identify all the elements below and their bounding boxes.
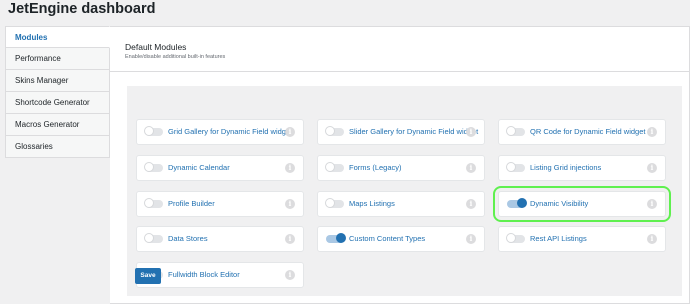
module-label: Maps Listings xyxy=(349,199,395,208)
info-icon[interactable]: i xyxy=(466,234,476,244)
toggle-knob xyxy=(325,126,335,136)
save-button[interactable]: Save xyxy=(135,268,161,284)
module-label: Fullwidth Block Editor xyxy=(168,270,240,279)
sidebar-item-shortcode-generator[interactable]: Shortcode Generator xyxy=(5,92,110,114)
module-card-rest-api-listings: Rest API Listings i xyxy=(498,226,666,252)
module-toggle[interactable] xyxy=(506,233,525,243)
sidebar-item-macros-generator[interactable]: Macros Generator xyxy=(5,114,110,136)
sidebar-item-glossaries[interactable]: Glossaries xyxy=(5,136,110,158)
module-label: Listing Grid injections xyxy=(530,163,602,172)
module-card-slider-gallery: Slider Gallery for Dynamic Field widget … xyxy=(317,119,485,145)
module-label: Forms (Legacy) xyxy=(349,163,402,172)
info-icon[interactable]: i xyxy=(466,163,476,173)
module-card-data-stores: Data Stores i xyxy=(136,226,304,252)
info-icon[interactable]: i xyxy=(285,199,295,209)
module-card-listing-grid-injections: Listing Grid injections i xyxy=(498,155,666,181)
info-icon[interactable]: i xyxy=(647,234,657,244)
info-icon[interactable]: i xyxy=(647,199,657,209)
info-icon[interactable]: i xyxy=(285,234,295,244)
sidebar-item-skins-manager[interactable]: Skins Manager xyxy=(5,70,110,92)
module-toggle[interactable] xyxy=(325,198,344,208)
section-title: Default Modules xyxy=(125,42,187,52)
module-label: QR Code for Dynamic Field widget xyxy=(530,127,646,136)
module-label: Profile Builder xyxy=(168,199,215,208)
divider xyxy=(110,71,689,72)
info-icon[interactable]: i xyxy=(647,127,657,137)
module-toggle[interactable] xyxy=(325,126,344,136)
info-icon[interactable]: i xyxy=(466,127,476,137)
info-icon[interactable]: i xyxy=(466,199,476,209)
module-toggle[interactable] xyxy=(144,233,163,243)
toggle-knob xyxy=(506,233,516,243)
module-card-dynamic-visibility: Dynamic Visibility i xyxy=(493,186,671,222)
module-label: Data Stores xyxy=(168,234,208,243)
toggle-knob xyxy=(325,198,335,208)
module-toggle[interactable] xyxy=(507,198,527,208)
toggle-knob xyxy=(517,198,527,208)
sidebar-nav: Modules Performance Skins Manager Shortc… xyxy=(5,26,110,158)
module-card-maps-listings: Maps Listings i xyxy=(317,191,485,217)
module-toggle[interactable] xyxy=(326,233,346,243)
module-toggle[interactable] xyxy=(506,126,525,136)
module-card-dynamic-calendar: Dynamic Calendar i xyxy=(136,155,304,181)
toggle-knob xyxy=(144,126,154,136)
info-icon[interactable]: i xyxy=(285,127,295,137)
module-card-fullwidth-block-editor: Fullwidth Block Editor i xyxy=(136,262,304,288)
module-toggle[interactable] xyxy=(506,162,525,172)
toggle-knob xyxy=(506,162,516,172)
module-toggle[interactable] xyxy=(144,126,163,136)
info-icon[interactable]: i xyxy=(647,163,657,173)
module-label: Rest API Listings xyxy=(530,234,587,243)
module-label: Dynamic Visibility xyxy=(530,199,589,208)
module-card-qr-code: QR Code for Dynamic Field widget i xyxy=(498,119,666,145)
module-label: Dynamic Calendar xyxy=(168,163,230,172)
toggle-knob xyxy=(336,233,346,243)
module-card-forms-legacy: Forms (Legacy) i xyxy=(317,155,485,181)
module-label: Slider Gallery for Dynamic Field widget xyxy=(349,127,479,136)
modules-panel: Default Modules Enable/disable additiona… xyxy=(110,26,690,304)
toggle-knob xyxy=(506,126,516,136)
module-toggle[interactable] xyxy=(144,198,163,208)
toggle-knob xyxy=(144,198,154,208)
module-card-grid-gallery: Grid Gallery for Dynamic Field widget i xyxy=(136,119,304,145)
toggle-knob xyxy=(325,162,335,172)
module-label: Custom Content Types xyxy=(349,234,426,243)
modules-grid: Grid Gallery for Dynamic Field widget i … xyxy=(127,86,682,296)
page-title: JetEngine dashboard xyxy=(8,1,156,17)
module-label: Grid Gallery for Dynamic Field widget xyxy=(168,127,293,136)
sidebar-item-modules[interactable]: Modules xyxy=(5,26,110,48)
info-icon[interactable]: i xyxy=(285,270,295,280)
module-toggle[interactable] xyxy=(144,162,163,172)
sidebar-item-performance[interactable]: Performance xyxy=(5,48,110,70)
section-subtitle: Enable/disable additional built-in featu… xyxy=(125,54,226,60)
toggle-knob xyxy=(144,233,154,243)
module-card-custom-content-types: Custom Content Types i xyxy=(317,226,485,252)
module-card-profile-builder: Profile Builder i xyxy=(136,191,304,217)
module-toggle[interactable] xyxy=(325,162,344,172)
info-icon[interactable]: i xyxy=(285,163,295,173)
toggle-knob xyxy=(144,162,154,172)
